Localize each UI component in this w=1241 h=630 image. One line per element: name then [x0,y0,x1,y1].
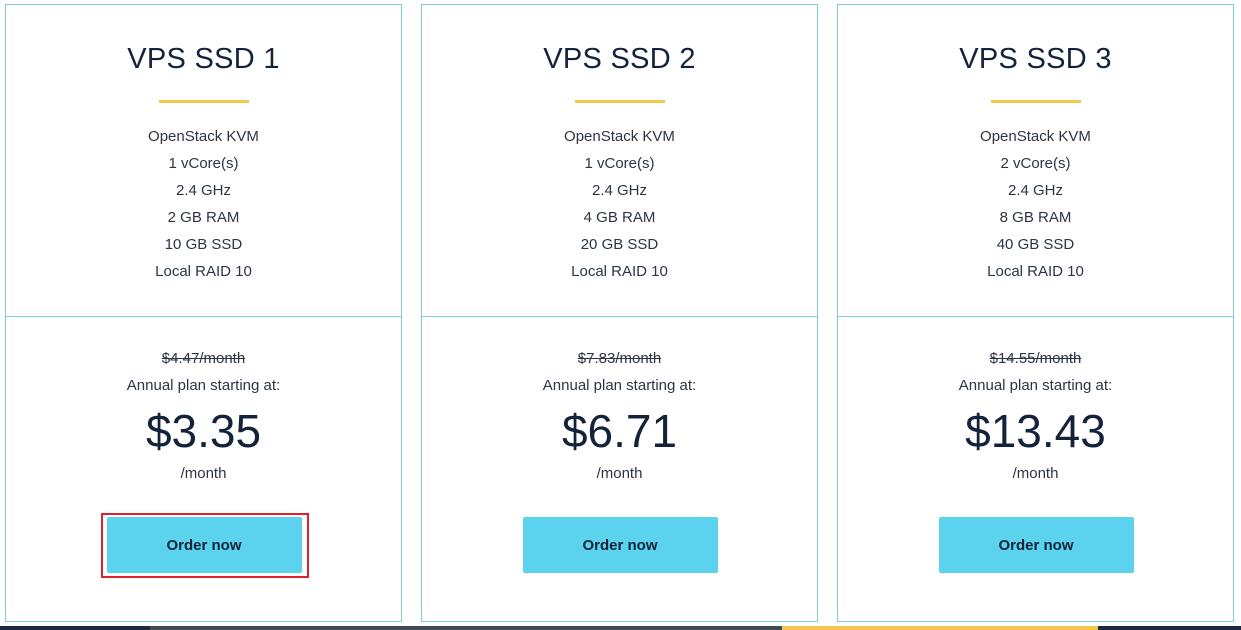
feature-item: 2 vCore(s) [1000,155,1071,172]
annual-plan-label: Annual plan starting at: [126,377,281,394]
plan-name: VPS SSD 1 [127,43,280,75]
old-price: $4.47/month [161,350,246,367]
feature-item: 10 GB SSD [164,236,243,253]
feature-item: 8 GB RAM [999,209,1072,226]
pricing-section: VPS SSD 1 OpenStack KVM 1 vCore(s) 2.4 G… [0,0,1241,630]
feature-item: 1 vCore(s) [584,155,655,172]
strip-dark-right [1098,626,1241,630]
accent-divider [990,100,1081,103]
plan-header: VPS SSD 2 OpenStack KVM 1 vCore(s) 2.4 G… [422,5,817,317]
feature-item: OpenStack KVM [564,128,675,145]
feature-list: OpenStack KVM 1 vCore(s) 2.4 GHz 2 GB RA… [6,126,401,288]
strip-yellow [782,626,1098,630]
feature-item: 40 GB SSD [996,236,1075,253]
feature-item: 20 GB SSD [580,236,659,253]
plan-name: VPS SSD 3 [959,43,1112,75]
price: $3.35 [145,405,262,457]
bottom-strip [0,626,1241,630]
feature-list: OpenStack KVM 1 vCore(s) 2.4 GHz 4 GB RA… [422,126,817,288]
price: $6.71 [561,405,678,457]
feature-item: OpenStack KVM [980,128,1091,145]
accent-divider [158,100,249,103]
plan-card-vps-ssd-3: VPS SSD 3 OpenStack KVM 2 vCore(s) 2.4 G… [837,4,1234,622]
feature-item: 2.4 GHz [175,182,232,199]
plan-header: VPS SSD 1 OpenStack KVM 1 vCore(s) 2.4 G… [6,5,401,317]
price-period: /month [596,465,643,482]
order-now-button[interactable]: Order now [938,517,1134,573]
price: $13.43 [965,405,1106,457]
feature-item: Local RAID 10 [987,263,1084,280]
feature-item: 1 vCore(s) [168,155,239,172]
price-period: /month [180,465,227,482]
feature-item: Local RAID 10 [571,263,668,280]
feature-item: OpenStack KVM [148,128,259,145]
feature-item: 4 GB RAM [583,209,656,226]
annual-plan-label: Annual plan starting at: [958,377,1113,394]
plan-header: VPS SSD 3 OpenStack KVM 2 vCore(s) 2.4 G… [838,5,1233,317]
order-now-button[interactable]: Order now [106,517,302,573]
feature-item: 2 GB RAM [167,209,240,226]
price-period: /month [1012,465,1059,482]
feature-item: Local RAID 10 [155,263,252,280]
old-price: $7.83/month [577,350,662,367]
plan-card-vps-ssd-2: VPS SSD 2 OpenStack KVM 1 vCore(s) 2.4 G… [421,4,818,622]
strip-gray [150,626,782,630]
strip-dark-left [0,626,150,630]
plan-name: VPS SSD 2 [543,43,696,75]
feature-item: 2.4 GHz [1007,182,1064,199]
feature-item: 2.4 GHz [591,182,648,199]
old-price: $14.55/month [989,350,1082,367]
accent-divider [574,100,665,103]
annual-plan-label: Annual plan starting at: [542,377,697,394]
order-now-button[interactable]: Order now [522,517,718,573]
plan-card-vps-ssd-1: VPS SSD 1 OpenStack KVM 1 vCore(s) 2.4 G… [5,4,402,622]
feature-list: OpenStack KVM 2 vCore(s) 2.4 GHz 8 GB RA… [838,126,1233,288]
